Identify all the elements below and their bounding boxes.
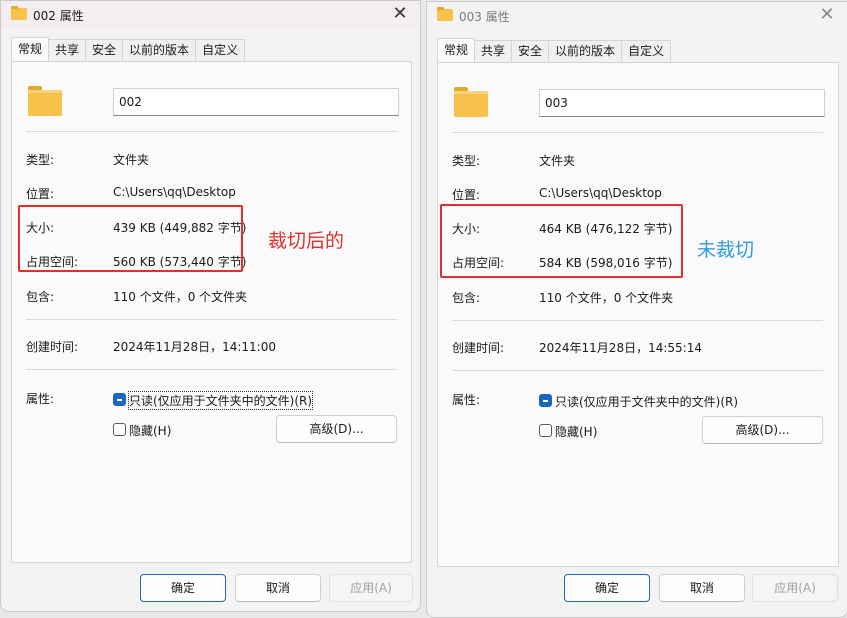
- ok-button[interactable]: 确定: [140, 574, 226, 602]
- folder-icon: [11, 6, 27, 20]
- divider: [452, 320, 823, 321]
- created-label: 创建时间:: [452, 341, 505, 355]
- annotation-uncropped: 未裁切: [697, 239, 755, 261]
- folder-name-input[interactable]: [539, 89, 825, 117]
- created-value: 2024年11月28日，14:55:14: [539, 341, 702, 355]
- readonly-checkbox[interactable]: [539, 394, 552, 407]
- tab-security[interactable]: 安全: [85, 39, 124, 61]
- readonly-checkbox-label[interactable]: 只读(仅应用于文件夹中的文件)(R): [555, 393, 738, 410]
- close-icon[interactable]: ✕: [390, 3, 410, 24]
- general-panel: 类型: 文件夹 位置: C:\Users\qq\Desktop 大小: 464 …: [437, 62, 839, 567]
- type-label: 类型:: [26, 153, 55, 167]
- cancel-button[interactable]: 取消: [659, 574, 745, 602]
- folder-name-input[interactable]: [113, 88, 399, 116]
- created-value: 2024年11月28日，14:11:00: [113, 340, 276, 354]
- tab-previous-versions[interactable]: 以前的版本: [548, 40, 623, 62]
- tab-sharing[interactable]: 共享: [474, 40, 513, 62]
- tab-general[interactable]: 常规: [437, 38, 476, 62]
- contains-label: 包含:: [452, 291, 481, 305]
- hidden-checkbox-label[interactable]: 隐藏(H): [129, 422, 171, 439]
- cancel-button[interactable]: 取消: [235, 574, 321, 602]
- created-label: 创建时间:: [26, 340, 79, 354]
- close-icon[interactable]: ✕: [817, 4, 837, 25]
- general-panel: 类型: 文件夹 位置: C:\Users\qq\Desktop 大小: 439 …: [11, 61, 412, 563]
- advanced-button[interactable]: 高级(D)...: [702, 416, 823, 444]
- window-title: 002 属性: [33, 9, 84, 23]
- tab-strip: 常规 共享 安全 以前的版本 自定义: [437, 38, 672, 62]
- size-highlight-box: [440, 204, 683, 278]
- advanced-button[interactable]: 高级(D)...: [276, 415, 397, 443]
- readonly-checkbox[interactable]: [113, 393, 126, 406]
- title-bar: 003 属性 ✕: [427, 2, 847, 30]
- contains-label: 包含:: [26, 290, 55, 304]
- divider: [26, 131, 397, 132]
- attributes-label: 属性:: [452, 393, 481, 407]
- contains-value: 110 个文件，0 个文件夹: [113, 290, 248, 304]
- properties-dialog-002: 002 属性 ✕ 常规 共享 安全 以前的版本 自定义 类型: 文件夹 位置: …: [0, 0, 421, 612]
- tab-previous-versions[interactable]: 以前的版本: [122, 39, 197, 61]
- location-label: 位置:: [452, 188, 481, 202]
- tab-strip: 常规 共享 安全 以前的版本 自定义: [11, 37, 246, 61]
- divider: [26, 319, 397, 320]
- ok-button[interactable]: 确定: [564, 574, 650, 602]
- window-title: 003 属性: [459, 10, 510, 24]
- tab-customize[interactable]: 自定义: [195, 39, 246, 61]
- type-value: 文件夹: [113, 153, 150, 167]
- tab-customize[interactable]: 自定义: [621, 40, 672, 62]
- type-value: 文件夹: [539, 154, 576, 168]
- apply-button: 应用(A): [752, 574, 838, 602]
- folder-icon: [28, 86, 62, 116]
- hidden-checkbox-label[interactable]: 隐藏(H): [555, 423, 597, 440]
- properties-dialog-003: 003 属性 ✕ 常规 共享 安全 以前的版本 自定义 类型: 文件夹 位置: …: [426, 1, 847, 618]
- location-value: C:\Users\qq\Desktop: [113, 185, 236, 199]
- attributes-label: 属性:: [26, 392, 55, 406]
- location-value: C:\Users\qq\Desktop: [539, 186, 662, 200]
- folder-icon: [437, 7, 453, 21]
- divider: [452, 370, 823, 371]
- divider: [452, 132, 823, 133]
- apply-button: 应用(A): [329, 574, 413, 602]
- tab-sharing[interactable]: 共享: [48, 39, 87, 61]
- tab-general[interactable]: 常规: [11, 37, 50, 61]
- hidden-checkbox[interactable]: [539, 424, 552, 437]
- annotation-cropped: 裁切后的: [268, 230, 345, 252]
- size-highlight-box: [18, 205, 243, 272]
- contains-value: 110 个文件，0 个文件夹: [539, 291, 674, 305]
- hidden-checkbox[interactable]: [113, 423, 126, 436]
- title-bar: 002 属性 ✕: [1, 1, 420, 29]
- location-label: 位置:: [26, 187, 55, 201]
- type-label: 类型:: [452, 154, 481, 168]
- folder-icon: [454, 87, 488, 117]
- divider: [26, 369, 397, 370]
- tab-security[interactable]: 安全: [511, 40, 550, 62]
- readonly-checkbox-label[interactable]: 只读(仅应用于文件夹中的文件)(R): [127, 391, 314, 410]
